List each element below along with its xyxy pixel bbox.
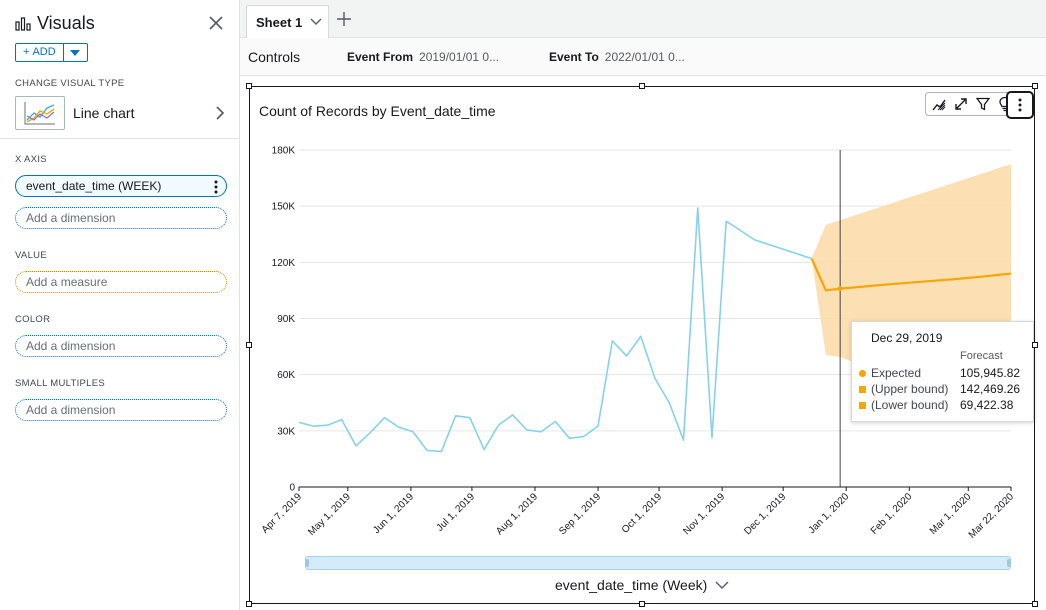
value-add-measure[interactable]: Add a measure: [15, 271, 227, 293]
event-to-label: Event To: [549, 49, 599, 64]
tooltip-row-value: 142,469.26: [960, 382, 1021, 396]
panel-title: Visuals: [37, 12, 95, 33]
color-label: COLOR: [15, 314, 51, 325]
add-button-label: ADD: [32, 46, 56, 58]
panel-divider: [0, 138, 240, 139]
y-tick-label: 30K: [277, 426, 295, 437]
caret-down-icon: [70, 49, 81, 56]
x-tick-label: Nov 1, 2019: [681, 491, 727, 537]
x-tick-label: Feb 1, 2020: [869, 491, 915, 537]
add-dropdown-toggle[interactable]: [62, 44, 87, 61]
range-start-handle[interactable]: [305, 559, 309, 567]
sheet-tab-bar: Sheet 1: [240, 0, 1046, 38]
x-tick-label: Dec 1, 2019: [742, 491, 788, 537]
tooltip-row-value: 105,945.82: [960, 366, 1021, 380]
event-to-value: 2022/01/01 0...: [604, 49, 685, 64]
resize-handle[interactable]: [1032, 83, 1038, 89]
tooltip-date: Dec 29, 2019: [871, 331, 943, 345]
circle-marker-icon: [859, 370, 866, 377]
resize-handle[interactable]: [246, 83, 252, 89]
tooltip-row-name: (Lower bound): [871, 398, 949, 412]
x-axis-field-dropdown[interactable]: event_date_time (Week): [555, 577, 729, 593]
bar-chart-icon: [15, 17, 31, 31]
range-end-handle[interactable]: [1007, 559, 1011, 567]
add-button-main[interactable]: + ADD: [16, 44, 63, 61]
y-tick-label: 150K: [272, 202, 296, 213]
tab-sheet-1[interactable]: Sheet 1: [246, 5, 329, 38]
color-add-dimension[interactable]: Add a dimension: [15, 335, 227, 357]
controls-bar: Controls Event From 2019/01/01 0... Even…: [240, 38, 1046, 76]
tooltip-row-expected: Expected 105,945.82: [859, 366, 1029, 382]
event-from-control[interactable]: Event From 2019/01/01 0...: [347, 50, 499, 64]
line-chart-visual[interactable]: Count of Records by Event_date_time 0 30K…: [246, 83, 1038, 607]
x-tick-label: Apr 7, 2019: [260, 491, 305, 536]
tooltip-row-lower-bound: (Lower bound) 69,422.38: [859, 398, 1029, 414]
event-from-value: 2019/01/01 0...: [419, 49, 500, 64]
resize-handle[interactable]: [1032, 342, 1038, 348]
line-chart-thumbnail-icon: [15, 96, 65, 130]
event-from-label: Event From: [347, 49, 414, 64]
x-axis-label: X AXIS: [15, 154, 47, 165]
x-tick-label: Mar 1, 2020: [928, 491, 974, 537]
x-tick-label: Aug 1, 2019: [494, 491, 540, 537]
chevron-right-icon: [216, 106, 225, 120]
chevron-down-icon: [715, 581, 729, 589]
x-tick-label: Jul 1, 2019: [435, 491, 478, 534]
x-tick-label: Mar 22, 2020: [967, 491, 1017, 541]
tooltip-row-value: 69,422.38: [960, 398, 1014, 412]
x-axis-field-well[interactable]: event_date_time (WEEK): [15, 175, 227, 197]
square-marker-icon: [859, 402, 866, 409]
add-sheet-icon[interactable]: [336, 11, 352, 27]
y-tick-label: 60K: [277, 370, 295, 381]
resize-handle[interactable]: [246, 601, 252, 607]
tooltip-row-upper-bound: (Upper bound) 142,469.26: [859, 382, 1029, 398]
resize-handle[interactable]: [1032, 601, 1038, 607]
resize-handle[interactable]: [639, 83, 645, 89]
x-tick-label: Jun 1, 2019: [371, 491, 416, 536]
square-marker-icon: [859, 386, 866, 393]
visual-type-label: Line chart: [73, 105, 135, 121]
y-tick-label: 180K: [272, 146, 296, 157]
value-label: VALUE: [15, 250, 47, 261]
y-tick-label: 120K: [272, 258, 296, 269]
tooltip-column-header: Forecast: [960, 350, 1003, 362]
hover-point: [837, 286, 843, 292]
forecast-tooltip: Dec 29, 2019 Forecast Expected 105,945.8…: [851, 321, 1034, 422]
close-icon[interactable]: [207, 14, 225, 32]
field-menu-icon[interactable]: [214, 180, 218, 194]
tooltip-row-name: (Upper bound): [871, 382, 949, 396]
x-tick-label: Oct 1, 2019: [620, 491, 665, 536]
sheet-tab-label: Sheet 1: [256, 14, 303, 30]
change-visual-type-label: CHANGE VISUAL TYPE: [15, 78, 125, 89]
x-axis-field-name: event_date_time (WEEK): [26, 179, 162, 193]
small-multiples-add-dimension[interactable]: Add a dimension: [15, 399, 227, 421]
x-tick-label: Sep 1, 2019: [557, 491, 603, 537]
resize-handle[interactable]: [246, 342, 252, 348]
x-axis-field-label: event_date_time (Week): [555, 577, 708, 593]
x-axis-add-dimension[interactable]: Add a dimension: [15, 207, 227, 229]
plus-icon: +: [23, 46, 30, 58]
x-tick-label: May 1, 2019: [306, 491, 353, 538]
tooltip-row-name: Expected: [871, 366, 922, 380]
event-to-control[interactable]: Event To 2022/01/01 0...: [549, 50, 685, 64]
controls-title[interactable]: Controls: [248, 49, 300, 65]
resize-handle[interactable]: [639, 601, 645, 607]
chevron-down-icon[interactable]: [310, 18, 322, 26]
add-visual-button[interactable]: + ADD: [15, 43, 88, 62]
visuals-panel: Visuals + ADD CHANGE VISUAL TYPE Line cha…: [0, 0, 240, 610]
visual-type-selector[interactable]: Line chart: [15, 95, 227, 131]
panel-header: Visuals: [15, 12, 95, 34]
small-multiples-label: SMALL MULTIPLES: [15, 378, 106, 389]
series-line-count-of-records: [298, 207, 812, 453]
x-axis-range-scrollbar[interactable]: [305, 556, 1011, 570]
x-tick-label: Jan 1, 2020: [807, 491, 852, 536]
y-tick-label: 90K: [277, 314, 295, 325]
